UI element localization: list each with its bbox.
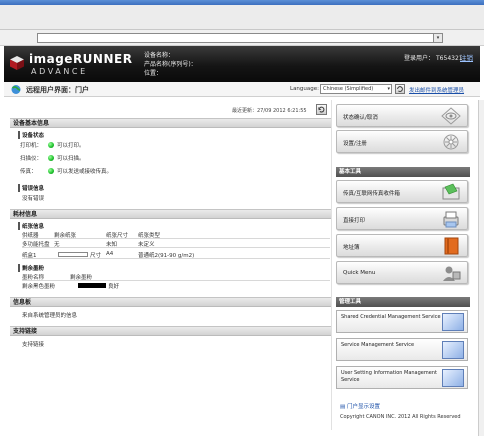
portal-globe-icon [11,85,21,94]
vertical-scrollbar[interactable] [478,100,484,436]
service-window-icon [442,341,464,359]
status-monitor-label: 状态确认/取消 [343,115,378,121]
shared-credential-service-button[interactable]: Shared Credential Management Service [336,310,468,333]
printer-label: 打印机： [20,143,43,149]
browser-title-bar [0,0,484,5]
chevron-down-icon: ▾ [387,86,390,92]
toner-row-name: 剩余黑色墨粉 [22,284,56,290]
shared-credential-label: Shared Credential Management Service [341,314,441,320]
settings-registration-button[interactable]: 设置/注册 [336,130,468,153]
address-bar-row: ▾ [0,30,484,46]
toner-info-heading: 剩余墨粉 [18,264,44,272]
scanner-label: 扫描仪： [20,156,43,162]
scanner-status-icon [48,155,54,161]
login-user-value: T654321 [436,55,463,62]
refresh-button[interactable] [316,104,327,115]
fax-inbox-label: 传真/互联网传真收件箱 [343,191,400,197]
logo-sub-text: ADVANCE [31,67,88,76]
gear-icon [443,134,459,150]
login-user-label: 登录用户： [404,55,435,62]
support-links-header: 支持链接 [10,326,332,336]
fax-status-text: 可以发送或接收传真。 [57,169,113,175]
canon-cube-logo-icon [10,56,24,70]
service-window-icon [442,313,464,331]
management-tools-header: 管理工具 [336,297,470,307]
consumables-info-header: 耗材信息 [10,209,332,219]
error-info-heading: 错误信息 [18,184,44,192]
settings-icon: ▤ [340,404,346,410]
direct-print-button[interactable]: 直接打印 [336,207,468,230]
address-dropdown-button[interactable]: ▾ [433,34,442,42]
fax-inbox-icon [442,183,460,200]
divider [22,247,330,248]
user-setting-info-label: User Setting Information Management Serv… [341,370,437,383]
device-status-heading: 设备状态 [18,131,44,139]
app-header: imageRUNNER ADVANCE 设备名称： 产品名称(序列号)： 位置：… [4,46,480,82]
status-monitor-button[interactable]: 状态确认/取消 [336,104,468,127]
location-label: 位置： [144,70,163,77]
refresh-icon [397,86,403,92]
message-board-header: 信息板 [10,297,332,307]
logout-link[interactable]: 注销 [460,52,473,62]
device-info: 设备名称： 产品名称(序列号)： 位置： [144,51,197,78]
address-book-label: 地址簿 [343,245,360,251]
logo-main-text: imageRUNNER [29,52,133,66]
last-updated-text: 最近更新：27/09 2012 6:21:55 [232,108,307,114]
device-name-label: 设备名称： [144,52,175,59]
toner-row-status: 良好 [108,284,120,290]
basic-tools-header: 基本工具 [336,167,470,177]
divider [22,280,330,281]
quick-menu-button[interactable]: Quick Menu [336,261,468,284]
divider [22,238,330,239]
address-input[interactable]: ▾ [37,33,443,43]
fax-status-icon [48,168,54,174]
paper-level-indicator [58,252,88,257]
printer-status-icon [48,142,54,148]
address-book-icon [444,237,459,255]
copyright-text: Copyright CANON INC. 2012 All Rights Res… [340,414,461,420]
refresh-icon [318,106,325,113]
mail-to-admin-link[interactable]: 发出邮件到系统管理员 [409,86,464,94]
main-content: 最近更新：27/09 2012 6:21:55 设备基本信息 设备状态 打印机：… [6,100,332,430]
device-basic-info-header: 设备基本信息 [10,118,332,128]
portal-title: 远程用户界面：门户 [26,86,89,94]
service-window-icon [442,369,464,387]
printer-icon [443,211,459,228]
language-select[interactable]: Chinese (Simplified) ▾ [320,84,392,94]
quick-menu-label: Quick Menu [343,270,376,276]
paper-info-heading: 纸张信息 [18,222,44,230]
login-user: 登录用户： T654321 [402,53,463,62]
no-error-text: 没有错误 [22,196,45,202]
settings-registration-label: 设置/注册 [343,141,367,147]
message-board-text: 来自系统管理员的信息 [22,313,78,319]
direct-print-label: 直接打印 [343,218,366,224]
panel-divider [331,100,332,430]
portal-display-settings-link[interactable]: ▤ 门户显示设置 [340,402,380,410]
side-panel: 状态确认/取消 设置/注册 基本工具 传真/互联网传真收件箱 直接打印 地址簿 [334,100,474,430]
divider [22,258,330,259]
fax-label: 传真： [20,169,37,175]
user-setting-info-service-button[interactable]: User Setting Information Management Serv… [336,366,468,389]
user-icon [443,266,461,281]
portal-display-settings-label: 门户显示设置 [346,404,380,410]
product-name-label: 产品名称(序列号)： [144,61,197,68]
fax-inbox-button[interactable]: 传真/互联网传真收件箱 [336,180,468,203]
paper-row2-size: A4 [106,251,114,257]
eye-icon [441,107,461,125]
browser-toolbar [0,0,484,30]
support-links-text: 支持链接 [22,342,45,348]
portal-subheader: 远程用户界面：门户 Language: Chinese (Simplified)… [4,82,480,97]
address-book-button[interactable]: 地址簿 [336,234,468,257]
language-label: Language: [290,86,319,92]
toner-level-bar [78,283,106,288]
language-select-value: Chinese (Simplified) [323,86,374,92]
scanner-status-text: 可以扫描。 [57,156,85,162]
service-management-button[interactable]: Service Management Service [336,338,468,361]
language-apply-button[interactable] [395,84,405,94]
printer-status-text: 可以打印。 [57,143,85,149]
service-management-label: Service Management Service [341,342,415,348]
